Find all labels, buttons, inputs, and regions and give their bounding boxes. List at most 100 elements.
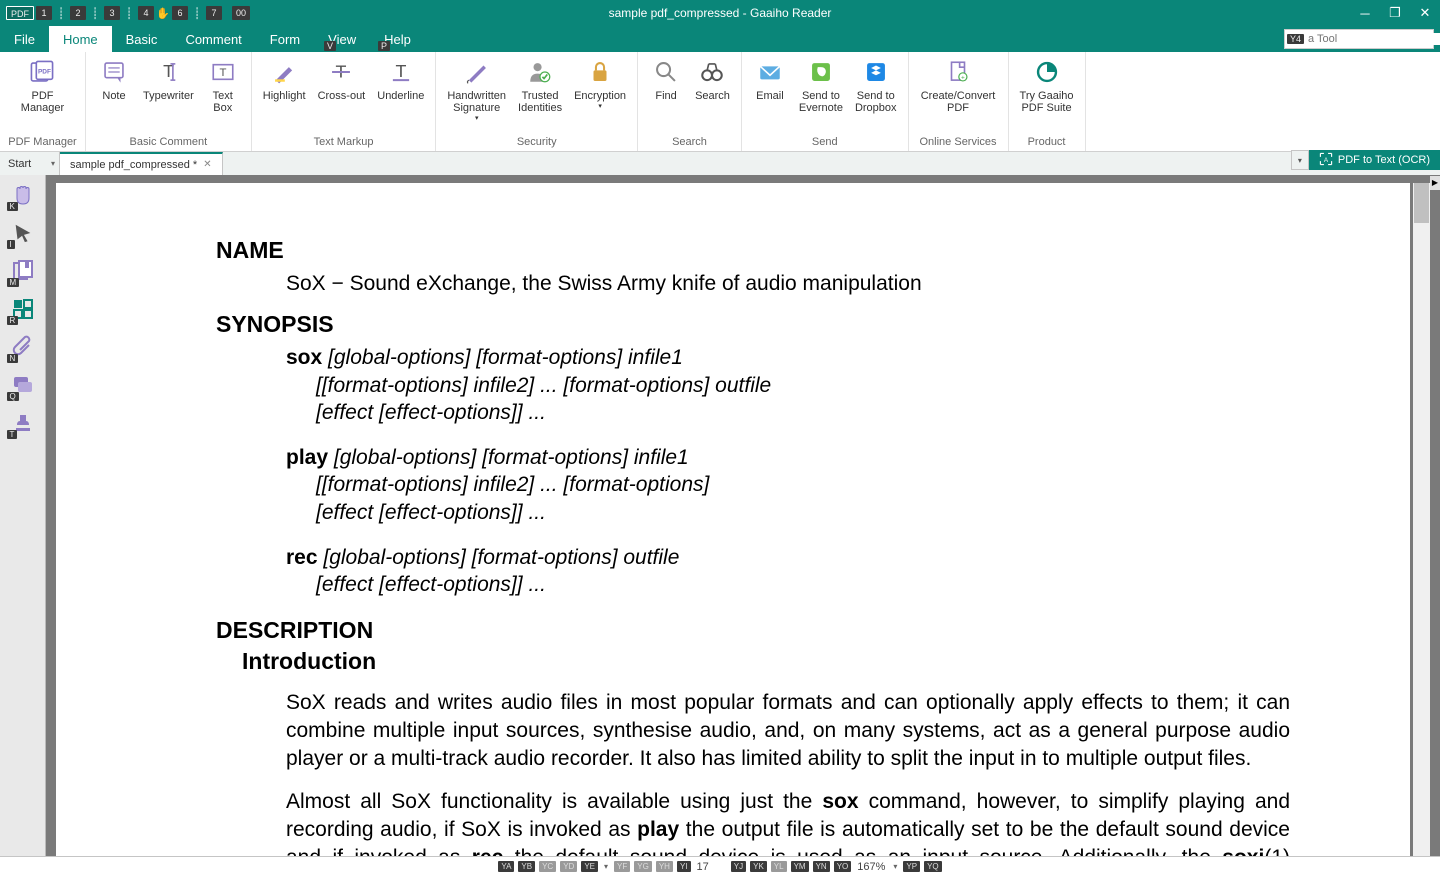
status-chip[interactable]: YQ bbox=[924, 861, 942, 872]
status-chip[interactable]: YA bbox=[498, 861, 514, 872]
status-chip[interactable]: YB bbox=[518, 861, 535, 872]
ribbon-group-basic-comment: Note TTypewriter TText Box Basic Comment bbox=[86, 52, 252, 151]
highlight-button[interactable]: Highlight bbox=[258, 54, 311, 105]
thumbnails-button[interactable]: R bbox=[5, 293, 41, 325]
hand-tool-button[interactable]: K bbox=[5, 179, 41, 211]
select-tool-button[interactable]: I bbox=[5, 217, 41, 249]
menu-form[interactable]: Form bbox=[256, 26, 314, 52]
vertical-scrollbar[interactable] bbox=[1413, 183, 1430, 856]
document-tab[interactable]: sample pdf_compressed * ✕ bbox=[60, 152, 223, 175]
close-tab-icon[interactable]: ✕ bbox=[203, 159, 211, 170]
section-name: NAME bbox=[216, 237, 1290, 264]
comments-button[interactable]: Q bbox=[5, 369, 41, 401]
menu-file[interactable]: File bbox=[0, 26, 49, 52]
encryption-button[interactable]: Encryption▾ bbox=[569, 54, 631, 113]
qat-item[interactable]: 00 bbox=[232, 6, 250, 20]
scrollbar-thumb[interactable] bbox=[1414, 183, 1429, 223]
status-chip[interactable]: YI bbox=[677, 861, 691, 872]
handwritten-signature-button[interactable]: Handwritten Signature▾ bbox=[442, 54, 511, 125]
doc-tab-label: sample pdf_compressed * bbox=[70, 159, 197, 171]
textbox-button[interactable]: TText Box bbox=[201, 54, 245, 117]
lock-icon bbox=[585, 57, 615, 87]
status-chip[interactable]: YG bbox=[634, 861, 652, 872]
group-label: Send bbox=[748, 134, 902, 151]
dropdown-icon: ▾ bbox=[475, 114, 479, 122]
status-chip[interactable]: YK bbox=[750, 861, 767, 872]
status-chip[interactable]: YC bbox=[539, 861, 556, 872]
qat-item[interactable]: 1 bbox=[36, 6, 52, 20]
menu-home[interactable]: Home bbox=[49, 26, 112, 52]
qat-item[interactable]: 4 bbox=[138, 6, 154, 20]
stamp-button[interactable]: T bbox=[5, 407, 41, 439]
label: Underline bbox=[377, 90, 424, 102]
menu-comment[interactable]: Comment bbox=[171, 26, 255, 52]
qat-item[interactable]: 2 bbox=[70, 6, 86, 20]
qat-item[interactable]: 6 bbox=[172, 6, 188, 20]
attachment-button[interactable]: N bbox=[5, 331, 41, 363]
pdf-manager-button[interactable]: PDFPDF Manager bbox=[16, 54, 69, 117]
menu-basic[interactable]: Basic bbox=[112, 26, 172, 52]
find-button[interactable]: Find bbox=[644, 54, 688, 105]
label: Note bbox=[102, 90, 125, 102]
quick-access-toolbar: PDF 1 ┊ 2 ┊ 3 ┊ 4 ✋ 6 ┊ 7 00 bbox=[0, 6, 250, 20]
qat-sep-icon: ┊ bbox=[88, 6, 102, 20]
trusted-identities-button[interactable]: Trusted Identities bbox=[513, 54, 567, 117]
svg-text:A: A bbox=[1324, 156, 1329, 163]
start-tab[interactable]: Start ▾ bbox=[0, 152, 60, 175]
minimize-button[interactable]: ─ bbox=[1350, 0, 1380, 26]
close-button[interactable]: ✕ bbox=[1410, 0, 1440, 26]
status-chip[interactable]: YF bbox=[614, 861, 630, 872]
maximize-button[interactable]: ❐ bbox=[1380, 0, 1410, 26]
scroll-right-arrow[interactable]: ▶ bbox=[1430, 176, 1440, 190]
underline-button[interactable]: T Underline bbox=[372, 54, 429, 105]
qat-sep-icon: ┊ bbox=[122, 6, 136, 20]
dropbox-button[interactable]: Send to Dropbox bbox=[850, 54, 902, 117]
bookmarks-button[interactable]: M bbox=[5, 255, 41, 287]
status-chip[interactable]: YD bbox=[560, 861, 577, 872]
sb-hint: R bbox=[7, 316, 19, 325]
status-chip[interactable]: YP bbox=[903, 861, 920, 872]
status-chip[interactable]: YL bbox=[771, 861, 787, 872]
tool-search-input[interactable] bbox=[1304, 33, 1440, 45]
pdf-manager-icon: PDF bbox=[27, 57, 57, 87]
evernote-button[interactable]: Send to Evernote bbox=[794, 54, 848, 117]
typewriter-button[interactable]: TTypewriter bbox=[138, 54, 199, 105]
label: Create/Convert PDF bbox=[921, 90, 996, 114]
syn-line: [[format-options] infile2] ... [format-o… bbox=[316, 372, 1290, 399]
zoom-level[interactable]: 167% bbox=[855, 861, 887, 873]
document-canvas[interactable]: NAME SoX − Sound eXchange, the Swiss Arm… bbox=[46, 175, 1440, 856]
group-label: Text Markup bbox=[258, 134, 430, 151]
try-gaaiho-button[interactable]: Try Gaaiho PDF Suite bbox=[1015, 54, 1079, 117]
create-convert-button[interactable]: +Create/Convert PDF bbox=[916, 54, 1001, 117]
email-button[interactable]: Email bbox=[748, 54, 792, 105]
qat-item[interactable]: 7 bbox=[206, 6, 222, 20]
crossout-button[interactable]: TCross-out bbox=[313, 54, 371, 105]
note-button[interactable]: Note bbox=[92, 54, 136, 105]
pdf-to-text-ocr-button[interactable]: A PDF to Text (OCR) bbox=[1309, 150, 1440, 170]
sb-hint: K bbox=[7, 202, 18, 211]
status-chip[interactable]: YE bbox=[581, 861, 598, 872]
chevron-down-icon[interactable]: ▾ bbox=[602, 862, 610, 871]
description-para: Almost all SoX functionality is availabl… bbox=[286, 788, 1290, 856]
title-bar: PDF 1 ┊ 2 ┊ 3 ┊ 4 ✋ 6 ┊ 7 00 sample pdf_… bbox=[0, 0, 1440, 26]
status-chip[interactable]: YN bbox=[813, 861, 830, 872]
start-label: Start bbox=[8, 158, 31, 170]
status-chip[interactable]: YJ bbox=[731, 861, 746, 872]
syn-line: [effect [effect-options]] ... bbox=[316, 571, 1290, 598]
chevron-down-icon[interactable]: ▾ bbox=[891, 862, 899, 871]
qat-hand-icon[interactable]: ✋ bbox=[156, 6, 170, 20]
tabbar-dropdown[interactable]: ▾ bbox=[1291, 150, 1309, 170]
qat-item[interactable]: 3 bbox=[104, 6, 120, 20]
chevron-down-icon[interactable]: ▾ bbox=[51, 159, 55, 168]
status-chip[interactable]: YM bbox=[791, 861, 809, 872]
typewriter-icon: T bbox=[153, 57, 183, 87]
search-button[interactable]: Search bbox=[690, 54, 735, 105]
status-chip[interactable]: YO bbox=[834, 861, 852, 872]
page-number[interactable]: 17 bbox=[695, 861, 711, 873]
tool-search-box[interactable]: Y4 bbox=[1284, 29, 1434, 49]
status-chip[interactable]: YH bbox=[656, 861, 673, 872]
textbox-icon: T bbox=[208, 57, 238, 87]
syn-line: [effect [effect-options]] ... bbox=[316, 499, 1290, 526]
menu-view[interactable]: View bbox=[314, 26, 370, 52]
underline-icon: T bbox=[386, 57, 416, 87]
